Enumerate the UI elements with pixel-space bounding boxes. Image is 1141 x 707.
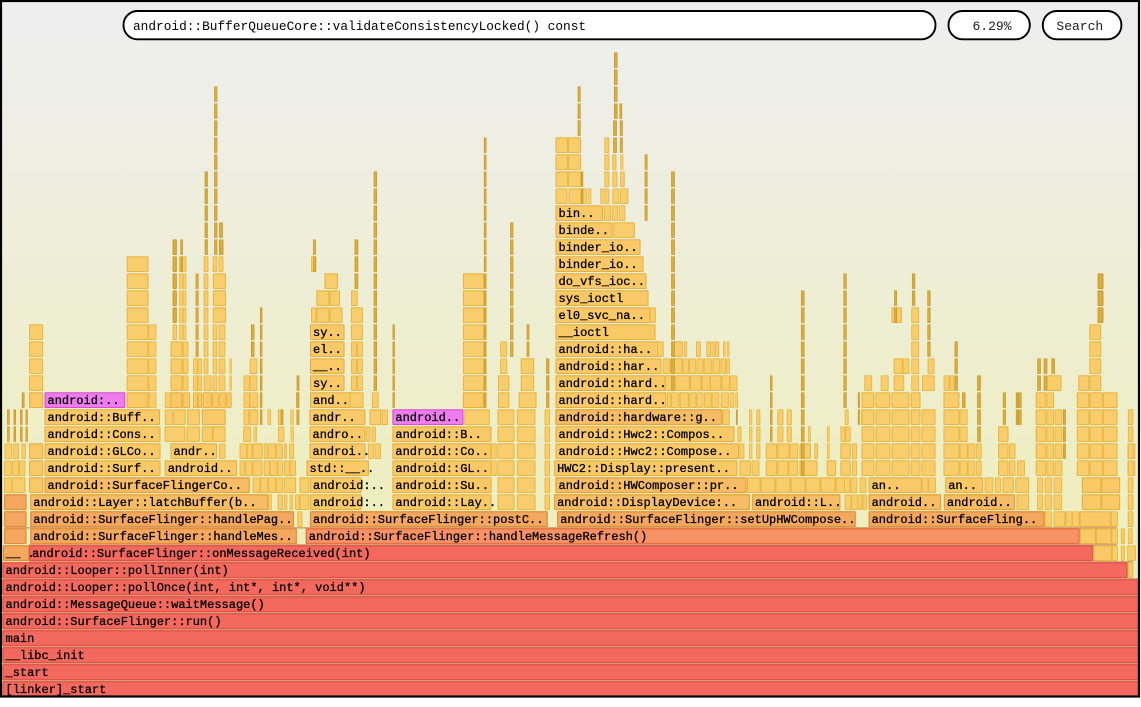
svg-text:android::ha..: android::ha..	[559, 343, 653, 357]
svg-text:android::hard..: android::hard..	[559, 377, 667, 391]
svg-text:android::SurfaceFlinger::onMes: android::SurfaceFlinger::onMessageReceiv…	[32, 547, 370, 561]
svg-text:main: main	[6, 632, 35, 646]
svg-text:__libc_init: __libc_init	[5, 649, 85, 663]
svg-text:android::L..: android::L..	[755, 496, 841, 510]
svg-text:binder_io..: binder_io..	[559, 241, 638, 255]
svg-text:__..: __..	[312, 360, 342, 374]
svg-text:el..: el..	[313, 343, 342, 357]
svg-text:__ioctl: __ioctl	[558, 326, 609, 340]
svg-text:6.29%: 6.29%	[972, 19, 1011, 34]
svg-text:bin..: bin..	[559, 207, 595, 221]
svg-text:android::Buff..: android::Buff..	[48, 411, 156, 425]
svg-text:android..: android..	[168, 462, 233, 476]
svg-text:binde..: binde..	[559, 224, 609, 238]
svg-text:__ .: __ .	[5, 547, 35, 561]
svg-text:an..: an..	[948, 479, 977, 493]
svg-text:android::GLCo..: android::GLCo..	[48, 445, 156, 459]
svg-text:HWC2::Display::present..: HWC2::Display::present..	[557, 462, 730, 476]
svg-text:and..: and..	[313, 394, 349, 408]
svg-text:sy..: sy..	[313, 326, 342, 340]
svg-text:sys_ioctl: sys_ioctl	[559, 292, 624, 306]
svg-text:android::SurfaceFlinger::setUp: android::SurfaceFlinger::setUpHWCompose.…	[560, 513, 855, 527]
svg-text:binder_io..: binder_io..	[559, 258, 638, 272]
svg-text:android::Lay..: android::Lay..	[395, 496, 496, 510]
svg-text:andr..: andr..	[174, 445, 217, 459]
svg-text:android::SurfaceFlinger::postC: android::SurfaceFlinger::postC..	[313, 513, 543, 527]
svg-text:android::har..: android::har..	[559, 360, 660, 374]
svg-text:andr..: andr..	[313, 411, 356, 425]
svg-text:android::Hwc2::Compose..: android::Hwc2::Compose..	[559, 445, 732, 459]
svg-text:Search: Search	[1056, 19, 1103, 34]
svg-text:android::Looper::pollInner(int: android::Looper::pollInner(int)	[6, 564, 229, 578]
svg-text:_start: _start	[5, 666, 49, 680]
svg-text:android::SurfaceFlinger::run(): android::SurfaceFlinger::run()	[6, 615, 222, 629]
svg-text:android::hardware::g..: android::hardware::g..	[559, 411, 717, 425]
svg-text:android::SurfaceFlinger::handl: android::SurfaceFlinger::handlePag..	[33, 513, 292, 527]
svg-text:androi..: androi..	[313, 445, 371, 459]
svg-text:android::hard..: android::hard..	[559, 394, 667, 408]
svg-text:android::MessageQueue::waitMes: android::MessageQueue::waitMessage()	[6, 598, 265, 612]
svg-text:andro..: andro..	[313, 428, 363, 442]
svg-text:android..: android..	[947, 496, 1012, 510]
svg-text:android::HWComposer::pr..: android::HWComposer::pr..	[559, 479, 739, 493]
svg-text:android::Surf..: android::Surf..	[48, 462, 156, 476]
svg-text:an..: an..	[872, 479, 901, 493]
svg-text:std::__..: std::__..	[310, 462, 375, 476]
svg-text:android:..: android:..	[48, 394, 120, 408]
svg-text:android:..: android:..	[313, 496, 385, 510]
svg-text:android::Looper::pollOnce(int,: android::Looper::pollOnce(int, int*, int…	[6, 581, 366, 595]
svg-text:android::Layer::latchBuffer(b.: android::Layer::latchBuffer(b..	[33, 496, 256, 510]
svg-text:android::BufferQueueCore::vali: android::BufferQueueCore::validateConsis…	[133, 19, 586, 34]
svg-text:android::B..: android::B..	[395, 428, 481, 442]
svg-text:android::Co..: android::Co..	[395, 445, 489, 459]
svg-text:android::Su..: android::Su..	[395, 479, 489, 493]
svg-text:android::Cons..: android::Cons..	[48, 428, 156, 442]
svg-text:sy..: sy..	[313, 377, 342, 391]
svg-text:android..: android..	[395, 411, 460, 425]
svg-text:android::SurfaceFlingerCo..: android::SurfaceFlingerCo..	[48, 479, 242, 493]
svg-text:android::SurfaceFlinger::handl: android::SurfaceFlinger::handleMessageRe…	[309, 530, 647, 544]
svg-text:android::SurfaceFling..: android::SurfaceFling..	[872, 513, 1038, 527]
svg-text:android::DisplayDevice:..: android::DisplayDevice:..	[557, 496, 737, 510]
svg-text:android:..: android:..	[313, 479, 385, 493]
svg-text:android::SurfaceFlinger::handl: android::SurfaceFlinger::handleMes..	[33, 530, 292, 544]
svg-text:do_vfs_ioc..: do_vfs_ioc..	[559, 275, 645, 289]
svg-text:android..: android..	[872, 496, 937, 510]
svg-text:android::GL..: android::GL..	[395, 462, 489, 476]
svg-text:el0_svc_na..: el0_svc_na..	[559, 309, 645, 323]
svg-text:android::Hwc2::Compos..: android::Hwc2::Compos..	[559, 428, 725, 442]
svg-text:[linker]_start: [linker]_start	[6, 683, 107, 697]
